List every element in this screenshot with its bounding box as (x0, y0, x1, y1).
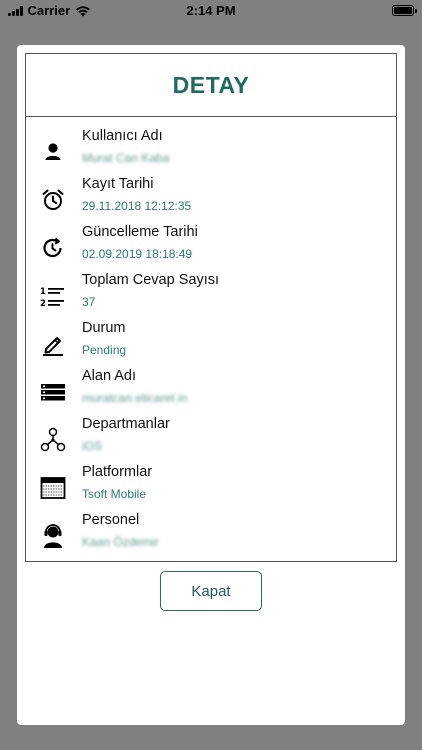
svg-text:2: 2 (40, 299, 46, 309)
row-label: Toplam Cevap Sayısı (82, 272, 220, 288)
row-value: Tsoft Mobile (82, 487, 147, 501)
row-value: iOS (82, 439, 103, 453)
row-label: Personel (82, 512, 140, 528)
history-clock-icon (40, 235, 66, 261)
row-label: Durum (82, 320, 126, 336)
detail-row-domain: Alan Adı muratcan.eticaret.in (26, 364, 396, 412)
close-button[interactable]: Kapat (160, 571, 262, 611)
pencil-icon (40, 331, 66, 357)
detail-modal: DETAY Kullanıcı Adı Murat Can Kaba Kayıt… (17, 45, 405, 725)
row-value: Murat Can Kaba (82, 151, 170, 165)
row-label: Güncelleme Tarihi (82, 224, 198, 240)
card-header: DETAY (26, 54, 396, 117)
status-time: 2:14 PM (186, 3, 236, 18)
detail-row-platforms: Platformlar Tsoft Mobile (26, 460, 396, 508)
row-label: Alan Adı (82, 368, 137, 384)
svg-text:1: 1 (40, 287, 46, 297)
server-icon (40, 379, 66, 405)
hierarchy-icon (40, 427, 66, 453)
headset-agent-icon (40, 523, 66, 549)
detail-row-staff: Personel Kaan Özdemir (26, 508, 396, 556)
status-bar: Carrier 2:14 PM (0, 0, 422, 22)
battery-icon (392, 5, 417, 16)
page-title: DETAY (172, 71, 250, 98)
numbered-list-icon: 12 (40, 283, 66, 309)
user-icon (40, 139, 66, 165)
detail-card: DETAY Kullanıcı Adı Murat Can Kaba Kayıt… (25, 53, 397, 562)
row-value: 29.11.2018 12:12:35 (82, 199, 192, 213)
row-value: muratcan.eticaret.in (82, 391, 188, 405)
row-label: Kullanıcı Adı (82, 128, 163, 144)
alarm-clock-icon (40, 187, 66, 213)
row-value: 37 (82, 295, 96, 309)
row-value: Kaan Özdemir (82, 535, 159, 549)
row-value: 02.09.2019 18:18:49 (82, 247, 193, 261)
detail-row-updated: Güncelleme Tarihi 02.09.2019 18:18:49 (26, 220, 396, 268)
detail-row-departments: Departmanlar iOS (26, 412, 396, 460)
detail-row-created: Kayıt Tarihi 29.11.2018 12:12:35 (26, 172, 396, 220)
detail-row-answer-count: 12 Toplam Cevap Sayısı 37 (26, 268, 396, 316)
row-label: Departmanlar (82, 416, 170, 432)
row-label: Kayıt Tarihi (82, 176, 154, 192)
row-value: Pending (82, 343, 127, 357)
detail-row-status: Durum Pending (26, 316, 396, 364)
stack-icon (40, 475, 66, 501)
detail-row-username: Kullanıcı Adı Murat Can Kaba (26, 124, 396, 172)
row-label: Platformlar (82, 464, 153, 480)
